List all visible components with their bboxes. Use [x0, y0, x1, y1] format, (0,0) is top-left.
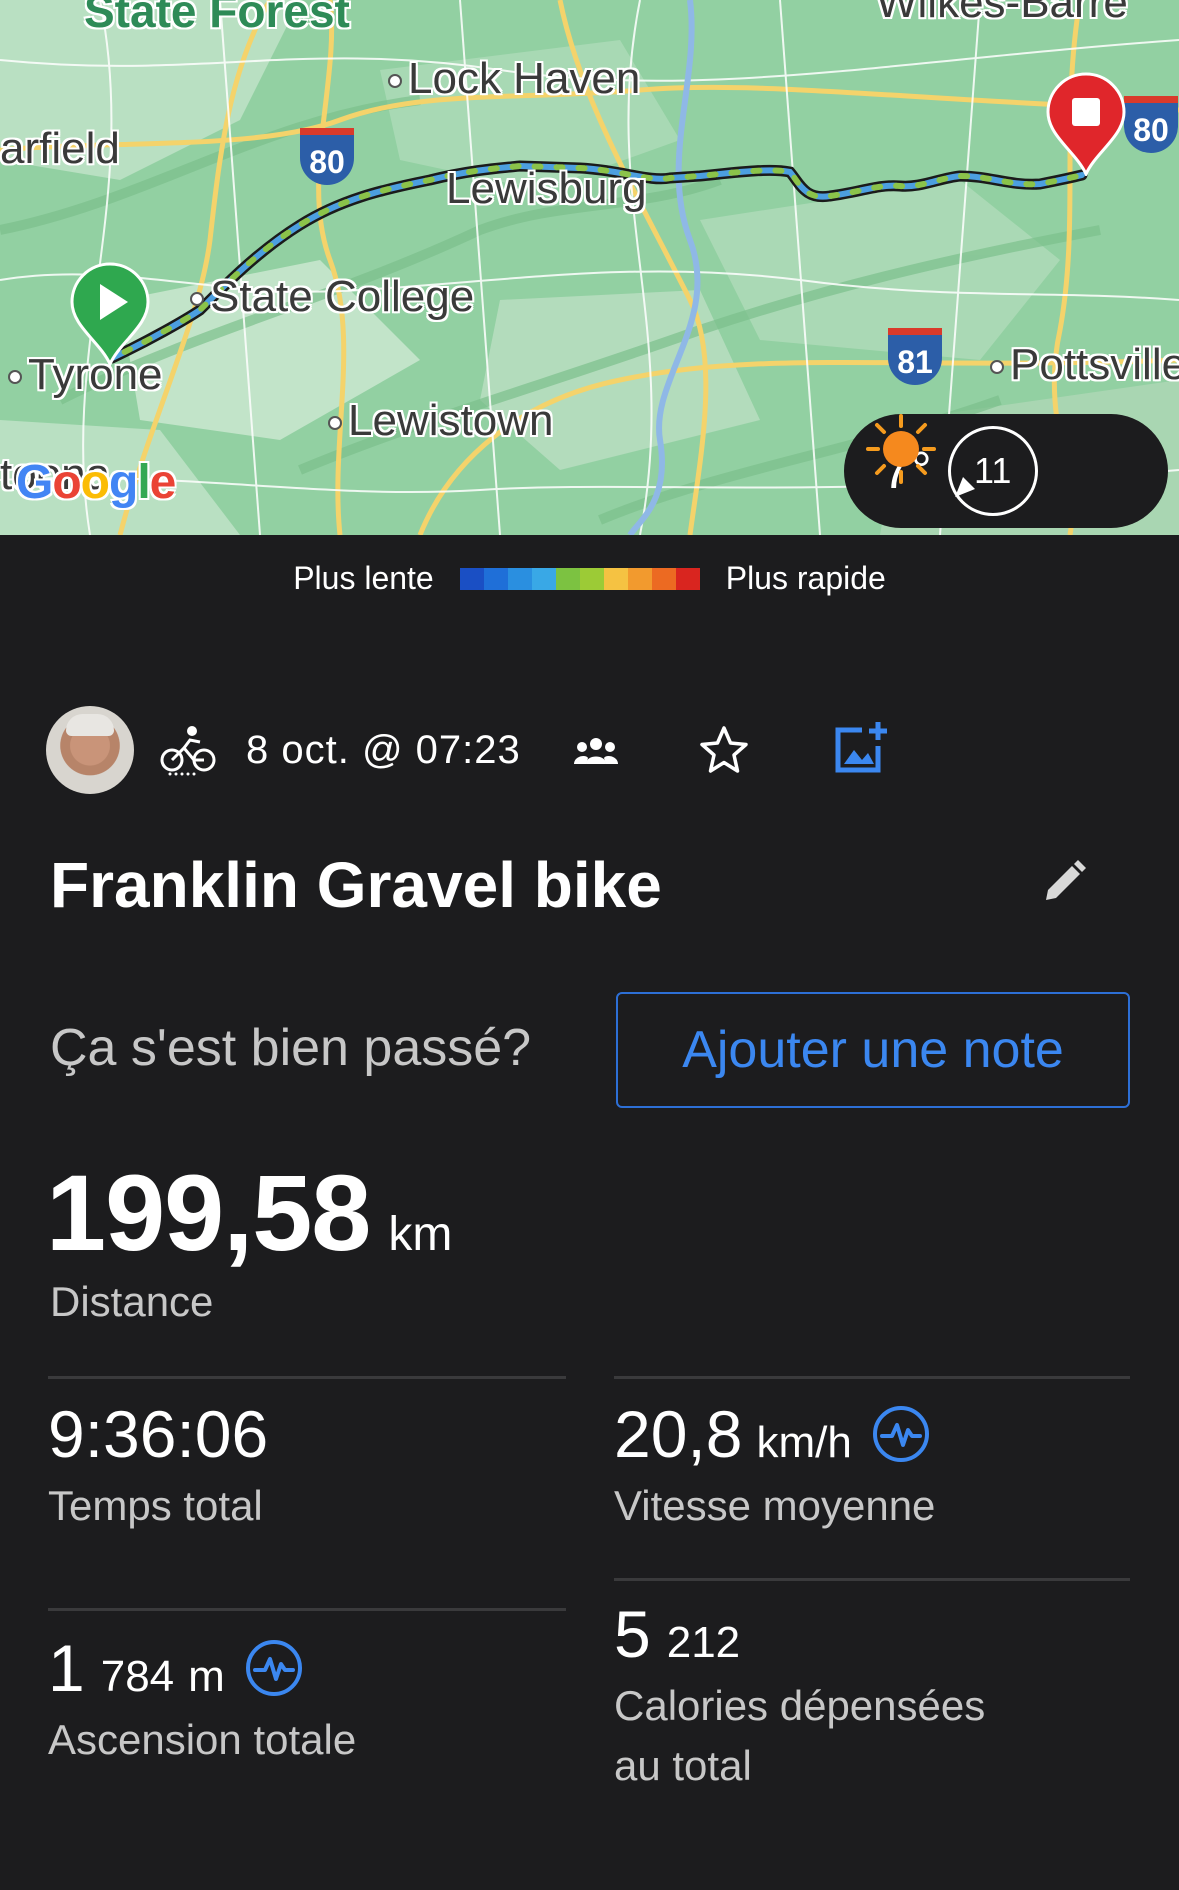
distance-number: 199,58: [46, 1152, 371, 1273]
legend-swatch-6: [603, 567, 628, 590]
divider: [48, 1376, 566, 1379]
map-label-state-forest: State Forest: [84, 0, 350, 37]
avg-speed-label: Vitesse moyenne: [614, 1482, 936, 1529]
calories-value-lead: 5: [614, 1597, 651, 1671]
ascent-value-rest: 784: [100, 1652, 175, 1701]
distance-unit: km: [388, 1208, 453, 1261]
calories-stat: 5 212 Calories dépensées au total: [614, 1596, 985, 1796]
chart-pulse-icon[interactable]: [245, 1639, 303, 1697]
calories-value-rest: 212: [666, 1618, 741, 1667]
map-label-pottsville: Pottsville: [990, 340, 1179, 390]
edit-pencil-icon[interactable]: [1040, 858, 1088, 906]
total-time-stat: 9:36:06 Temps total: [48, 1396, 268, 1536]
activity-date: 8 oct. @ 07:23: [246, 727, 521, 772]
distance-value: 199,58 km: [46, 1150, 452, 1275]
legend-swatch-0: [459, 567, 484, 590]
divider: [614, 1578, 1130, 1581]
avg-speed-value: 20,8: [614, 1397, 743, 1471]
feedback-prompt: Ça s'est bien passé?: [50, 1019, 532, 1077]
divider: [614, 1376, 1130, 1379]
ascent-value-lead: 1: [48, 1631, 85, 1705]
stop-marker-icon[interactable]: [1046, 72, 1126, 176]
interstate-80-shield-right: 80: [1124, 96, 1178, 153]
legend-swatch-1: [483, 567, 508, 590]
avg-speed-stat[interactable]: 20,8 km/h Vitesse moyenne: [614, 1396, 935, 1536]
divider: [48, 1608, 566, 1611]
cycling-icon: [160, 726, 216, 776]
map-label-wilkes-barre: Wilkes-Barre: [876, 0, 1128, 27]
calories-label-line2: au total: [614, 1742, 752, 1789]
legend-swatch-5: [579, 567, 604, 590]
legend-slow-label: Plus lente: [293, 560, 434, 596]
legend-swatch-4: [555, 567, 580, 590]
map-label-garfield: arfield: [0, 124, 120, 173]
interstate-81-shield: 81: [888, 328, 942, 385]
route-map[interactable]: State Forest Wilkes-Barre Lock Haven arf…: [0, 0, 1179, 535]
speed-legend: Plus lente Plus rapide: [0, 560, 1179, 597]
add-photo-icon[interactable]: [832, 720, 890, 778]
total-time-label: Temps total: [48, 1482, 263, 1529]
wind-direction-arrow-icon: [954, 477, 975, 497]
total-time-value: 9:36:06: [48, 1397, 269, 1471]
chart-pulse-icon[interactable]: [872, 1405, 930, 1463]
calories-label-line1: Calories dépensées: [614, 1682, 986, 1729]
map-label-lewistown: Lewistown: [328, 396, 553, 446]
legend-swatch-7: [627, 567, 652, 590]
map-label-lock-haven: Lock Haven: [388, 54, 640, 104]
map-label-lewisburg: Lewisburg: [446, 164, 647, 213]
wind-indicator: 11: [947, 426, 1038, 516]
weather-pill[interactable]: 7° 11: [844, 414, 1168, 528]
ascent-label: Ascension totale: [48, 1716, 357, 1763]
favorite-star-icon[interactable]: [698, 724, 750, 776]
google-logo: Google: [16, 456, 176, 509]
activity-meta-row: 8 oct. @ 07:23: [46, 706, 887, 794]
ascent-unit: m: [188, 1652, 225, 1701]
legend-swatch-2: [507, 567, 532, 590]
play-marker-icon[interactable]: [70, 262, 150, 366]
legend-fast-label: Plus rapide: [725, 560, 886, 596]
avg-speed-unit: km/h: [756, 1418, 852, 1467]
legend-swatch-9: [675, 567, 700, 590]
legend-color-bar: [459, 567, 700, 590]
add-note-button[interactable]: Ajouter une note: [616, 992, 1130, 1108]
privacy-people-icon[interactable]: [572, 732, 620, 772]
activity-title: Franklin Gravel bike: [50, 849, 662, 921]
total-ascent-stat[interactable]: 1 784 m Ascension totale: [48, 1630, 356, 1770]
avatar[interactable]: [46, 706, 134, 794]
legend-swatch-3: [531, 567, 556, 590]
distance-label: Distance: [50, 1278, 214, 1325]
wind-speed: 11: [974, 450, 1012, 491]
map-label-state-college: State College: [190, 272, 474, 322]
interstate-80-shield-left: 80: [300, 128, 354, 185]
legend-swatch-8: [651, 567, 676, 590]
sun-icon: [866, 414, 936, 484]
